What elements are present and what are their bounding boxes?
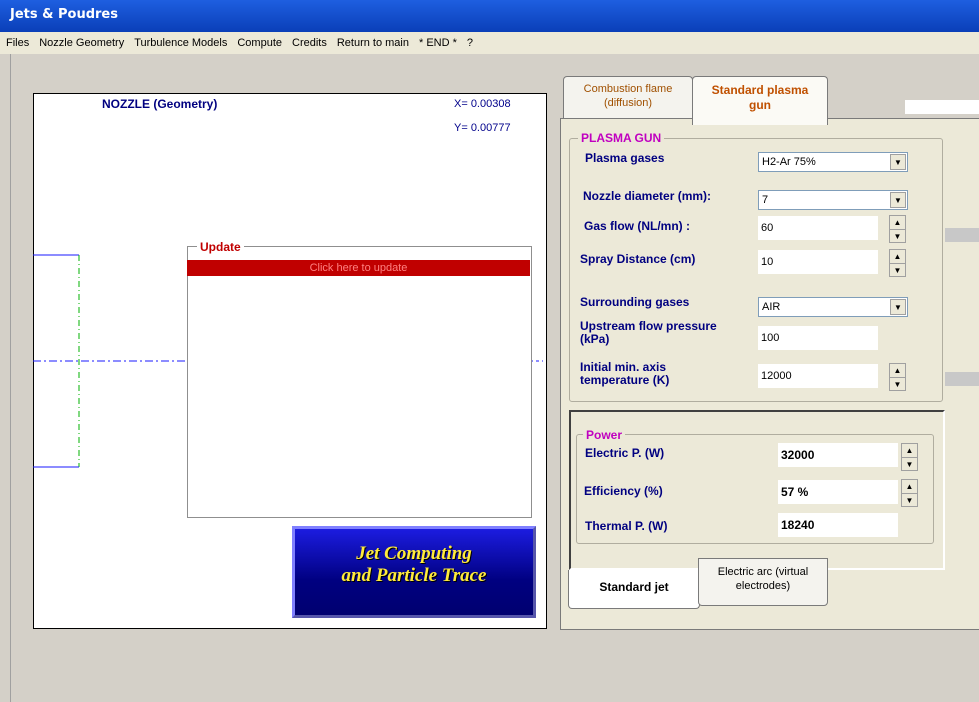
menu-compute[interactable]: Compute [232, 32, 287, 49]
jet-button-line2: and Particle Trace [341, 565, 487, 586]
title-bar: Jets & Poudres [0, 0, 979, 33]
nozzle-diameter-select[interactable]: 7 ▼ [758, 190, 908, 210]
background-strip [905, 100, 979, 114]
spin-up-icon[interactable]: ▲ [890, 364, 905, 378]
menu-files[interactable]: Files [0, 32, 34, 49]
thermal-power-label: Thermal P. (W) [585, 519, 668, 533]
menu-end[interactable]: * END * [414, 32, 462, 49]
tab-standard-jet-label: Standard jet [599, 580, 669, 594]
plasma-gases-value: H2-Ar 75% [762, 156, 816, 168]
initial-temperature-input[interactable] [758, 364, 878, 388]
nozzle-diameter-label: Nozzle diameter (mm): [583, 189, 712, 203]
menu-nozzle-geometry[interactable]: Nozzle Geometry [34, 32, 129, 49]
chevron-down-icon[interactable]: ▼ [890, 154, 906, 170]
update-group [187, 246, 532, 518]
electric-power-label: Electric P. (W) [585, 446, 665, 460]
chevron-down-icon[interactable]: ▼ [890, 299, 906, 315]
menu-credits[interactable]: Credits [287, 32, 332, 49]
initial-temperature-label-line1: Initial min. axis [580, 360, 667, 374]
spin-down-icon[interactable]: ▼ [902, 458, 917, 471]
spin-down-icon[interactable]: ▼ [890, 264, 905, 277]
chevron-down-icon[interactable]: ▼ [890, 192, 906, 208]
tab-electric-arc[interactable]: Electric arc (virtual electrodes) [698, 558, 828, 606]
tab-plasma-label1: Standard plasma [711, 83, 809, 97]
gas-flow-spinner[interactable]: ▲ ▼ [889, 215, 906, 243]
jet-computing-button[interactable]: Jet Computing and Particle Trace [292, 526, 536, 618]
nozzle-diameter-value: 7 [762, 194, 769, 206]
spray-distance-input[interactable] [758, 250, 878, 274]
surrounding-gases-select[interactable]: AIR ▼ [758, 297, 908, 317]
spin-up-icon[interactable]: ▲ [890, 250, 905, 264]
surrounding-gases-value: AIR [762, 301, 781, 313]
electric-power-spinner[interactable]: ▲ ▼ [901, 443, 918, 471]
gas-flow-input[interactable] [758, 216, 878, 240]
tab-standard-plasma-gun[interactable]: Standard plasma gun [692, 76, 828, 125]
tab-electric-arc-label1: Electric arc (virtual [717, 566, 809, 578]
spin-up-icon[interactable]: ▲ [902, 444, 917, 458]
initial-temperature-label: Initial min. axis temperature (K) [580, 361, 669, 387]
efficiency-spinner[interactable]: ▲ ▼ [901, 479, 918, 507]
menu-return-to-main[interactable]: Return to main [332, 32, 414, 49]
efficiency-label: Efficiency (%) [584, 484, 663, 498]
tab-combustion-label2: (diffusion) [603, 97, 653, 109]
plasma-gun-title: PLASMA GUN [578, 131, 665, 145]
tab-combustion-flame[interactable]: Combustion flame (diffusion) [563, 76, 693, 121]
tab-standard-jet[interactable]: Standard jet [568, 570, 700, 609]
efficiency-input[interactable] [778, 480, 898, 504]
background-bar [945, 228, 979, 242]
update-title: Update [197, 240, 244, 254]
spray-distance-spinner[interactable]: ▲ ▼ [889, 249, 906, 277]
background-bar [945, 372, 979, 386]
spin-up-icon[interactable]: ▲ [902, 480, 917, 494]
spin-down-icon[interactable]: ▼ [890, 378, 905, 391]
upstream-pressure-label-line2: (kPa) [580, 332, 610, 346]
menu-help[interactable]: ? [462, 32, 478, 49]
gas-flow-label: Gas flow (NL/mn) : [584, 219, 690, 233]
upstream-pressure-label-line1: Upstream flow pressure [580, 319, 717, 333]
spin-up-icon[interactable]: ▲ [890, 216, 905, 230]
electric-power-input[interactable] [778, 443, 898, 467]
plasma-gases-select[interactable]: H2-Ar 75% ▼ [758, 152, 908, 172]
window-title: Jets & Poudres [10, 7, 118, 22]
tab-electric-arc-label2: electrodes) [735, 580, 791, 592]
left-frame [0, 54, 11, 702]
plasma-gases-label: Plasma gases [585, 151, 665, 165]
tab-plasma-label2: gun [749, 98, 771, 112]
initial-temperature-label-line2: temperature (K) [580, 373, 670, 387]
menu-bar: Files Nozzle Geometry Turbulence Models Com… [0, 32, 979, 55]
spin-down-icon[interactable]: ▼ [890, 230, 905, 243]
tab-combustion-label1: Combustion flame [583, 83, 673, 95]
menu-turbulence-models[interactable]: Turbulence Models [129, 32, 232, 49]
upstream-pressure-input[interactable] [758, 326, 878, 350]
update-button[interactable]: Click here to update [187, 260, 530, 276]
thermal-power-input[interactable] [778, 513, 898, 537]
power-title: Power [583, 428, 626, 442]
surrounding-gases-label: Surrounding gases [580, 295, 690, 309]
spin-down-icon[interactable]: ▼ [902, 494, 917, 507]
initial-temperature-spinner[interactable]: ▲ ▼ [889, 363, 906, 391]
upstream-pressure-label: Upstream flow pressure (kPa) [580, 320, 717, 346]
spray-distance-label: Spray Distance (cm) [580, 252, 696, 266]
jet-button-line1: Jet Computing [356, 543, 472, 564]
